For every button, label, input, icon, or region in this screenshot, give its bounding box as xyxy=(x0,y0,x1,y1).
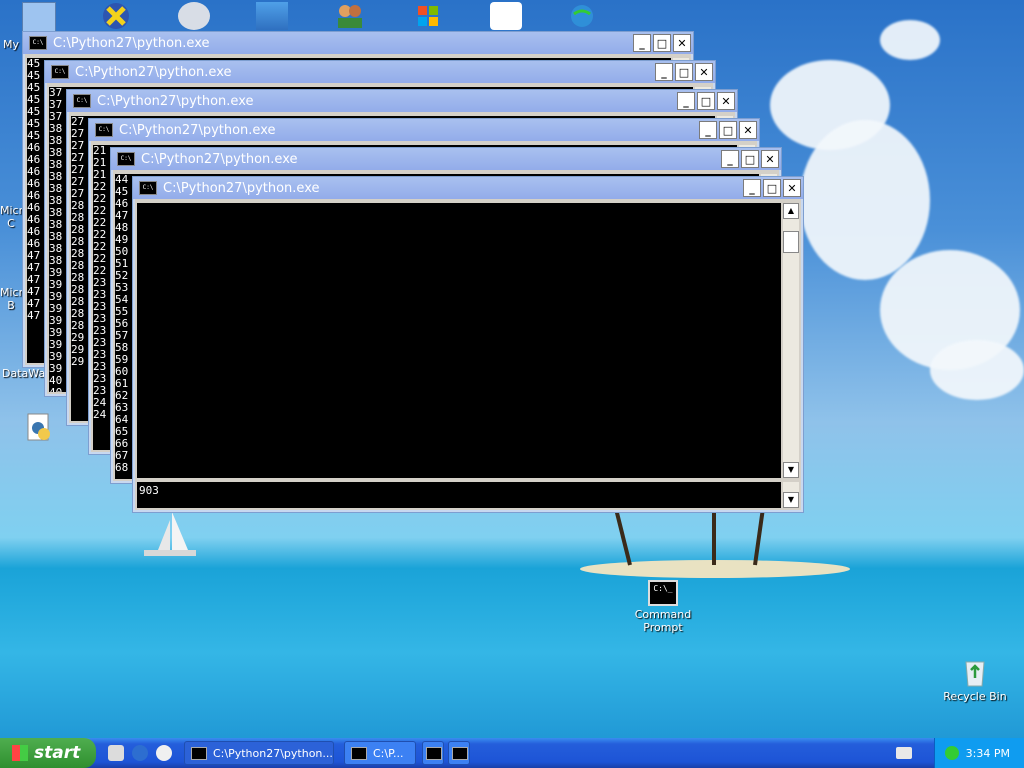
recycle-bin-icon xyxy=(959,656,991,688)
start-button[interactable]: start xyxy=(0,738,96,768)
taskbar: start C:\Python27\python.... C:\P... 3:3… xyxy=(0,738,1024,768)
desktop-icon-datawa[interactable]: DataWa xyxy=(2,367,46,380)
close-button[interactable]: ✕ xyxy=(761,150,779,168)
close-button[interactable]: ✕ xyxy=(739,121,757,139)
users-icon[interactable] xyxy=(334,2,366,30)
desktop-icon-label: Recycle Bin xyxy=(943,690,1007,703)
maximize-button[interactable]: □ xyxy=(653,34,671,52)
console-icon xyxy=(351,746,367,760)
console-icon: C:\ xyxy=(73,94,91,108)
cloud xyxy=(800,120,930,280)
my-computer-icon[interactable] xyxy=(22,2,56,32)
console-icon: C:\ xyxy=(139,181,157,195)
desktop-icon-command-prompt[interactable]: C:\_ Command Prompt xyxy=(628,580,698,634)
taskbar-item-python[interactable]: C:\Python27\python.... xyxy=(184,741,334,765)
title-bar[interactable]: C:\ C:\Python27\python.exe _ □ ✕ xyxy=(89,119,759,141)
scrollbar[interactable]: ▲ ▼ xyxy=(783,203,799,478)
console-input-line[interactable]: 903 xyxy=(137,482,781,508)
console-window-active[interactable]: C:\ C:\Python27\python.exe _ □ ✕ ▲ ▼ 903… xyxy=(132,176,804,513)
python-file-icon xyxy=(24,412,56,444)
desktop-icon-my-computer[interactable]: My xyxy=(0,38,22,51)
maximize-button[interactable]: □ xyxy=(697,92,715,110)
taskbar-item-console[interactable] xyxy=(422,741,444,765)
minimize-button[interactable]: _ xyxy=(699,121,717,139)
maximize-button[interactable]: □ xyxy=(719,121,737,139)
internet-explorer-icon[interactable] xyxy=(132,745,148,761)
scrollbar[interactable]: ▼ xyxy=(783,482,799,508)
sailboat xyxy=(144,512,196,556)
maximize-button[interactable]: □ xyxy=(741,150,759,168)
scroll-down-button[interactable]: ▼ xyxy=(783,462,799,478)
close-button[interactable]: ✕ xyxy=(783,179,801,197)
window-title: C:\Python27\python.exe xyxy=(53,35,210,51)
globe-icon[interactable] xyxy=(568,2,600,30)
cd-icon[interactable] xyxy=(178,2,210,30)
cloud xyxy=(930,340,1024,400)
console-icon xyxy=(191,746,207,760)
window-title: C:\Python27\python.exe xyxy=(119,122,276,138)
window-title: C:\Python27\python.exe xyxy=(141,151,298,167)
desktop-icon-office[interactable]: Micro C xyxy=(0,204,30,230)
window-title: C:\Python27\python.exe xyxy=(163,180,320,196)
start-label: start xyxy=(34,743,81,763)
console-icon xyxy=(426,746,442,760)
close-button[interactable]: ✕ xyxy=(717,92,735,110)
title-bar[interactable]: C:\ C:\Python27\python.exe _ □ ✕ xyxy=(67,90,737,112)
window-title: C:\Python27\python.exe xyxy=(75,64,232,80)
keyboard-icon[interactable] xyxy=(896,747,912,759)
palm-tree xyxy=(753,505,766,566)
console-icon: C:\ xyxy=(117,152,135,166)
quick-launch-icon[interactable] xyxy=(108,745,124,761)
maximize-button[interactable]: □ xyxy=(675,63,693,81)
scroll-thumb[interactable] xyxy=(783,231,799,253)
desktop-icon-label: DataWa xyxy=(2,367,46,380)
console-output xyxy=(137,203,781,478)
taskbar-item-label: C:\Python27\python.... xyxy=(213,746,334,760)
minimize-button[interactable]: _ xyxy=(721,150,739,168)
window-title: C:\Python27\python.exe xyxy=(97,93,254,109)
minimize-button[interactable]: _ xyxy=(677,92,695,110)
minimize-button[interactable]: _ xyxy=(633,34,651,52)
minimize-button[interactable]: _ xyxy=(743,179,761,197)
title-bar[interactable]: C:\ C:\Python27\python.exe _ □ ✕ xyxy=(45,61,715,83)
desktop-icon-label: Command Prompt xyxy=(634,608,692,634)
title-bar[interactable]: C:\ C:\Python27\python.exe _ □ ✕ xyxy=(23,32,693,54)
network-icon[interactable] xyxy=(945,746,959,760)
palm-tree xyxy=(712,505,716,565)
system-tray: 3:34 PM xyxy=(934,738,1024,768)
scroll-up-button[interactable]: ▲ xyxy=(783,203,799,219)
taskbar-item-label: C:\P... xyxy=(373,746,404,760)
minimize-button[interactable]: _ xyxy=(655,63,673,81)
taskbar-item-console[interactable] xyxy=(448,741,470,765)
clock[interactable]: 3:34 PM xyxy=(966,747,1010,760)
desktop-icon-python-file[interactable] xyxy=(20,412,60,446)
console-icon: C:\ xyxy=(29,36,47,50)
maximize-button[interactable]: □ xyxy=(763,179,781,197)
desktop-icon-label: My xyxy=(2,38,19,51)
console-icon: C:\ xyxy=(95,123,113,137)
desktop-icon-recycle-bin[interactable]: Recycle Bin xyxy=(940,656,1010,703)
app-icon[interactable] xyxy=(256,2,288,30)
close-button[interactable]: ✕ xyxy=(695,63,713,81)
palm-tree xyxy=(613,506,632,566)
media-player-icon[interactable] xyxy=(156,745,172,761)
app-icon[interactable] xyxy=(100,2,132,30)
console-icon xyxy=(452,746,468,760)
title-bar[interactable]: C:\ C:\Python27\python.exe _ □ ✕ xyxy=(133,177,803,199)
windows-logo-icon xyxy=(12,745,28,761)
close-button[interactable]: ✕ xyxy=(673,34,691,52)
title-bar[interactable]: C:\ C:\Python27\python.exe _ □ ✕ xyxy=(111,148,781,170)
scroll-down-button[interactable]: ▼ xyxy=(783,492,799,508)
windows-icon[interactable] xyxy=(412,2,444,30)
desktop-icon-office[interactable]: Micro B xyxy=(0,286,30,312)
taskbar-item-python-group[interactable]: C:\P... xyxy=(344,741,416,765)
console-icon: C:\ xyxy=(51,65,69,79)
cloud xyxy=(880,20,940,60)
command-prompt-icon: C:\_ xyxy=(648,580,678,606)
app-icon[interactable] xyxy=(490,2,522,30)
